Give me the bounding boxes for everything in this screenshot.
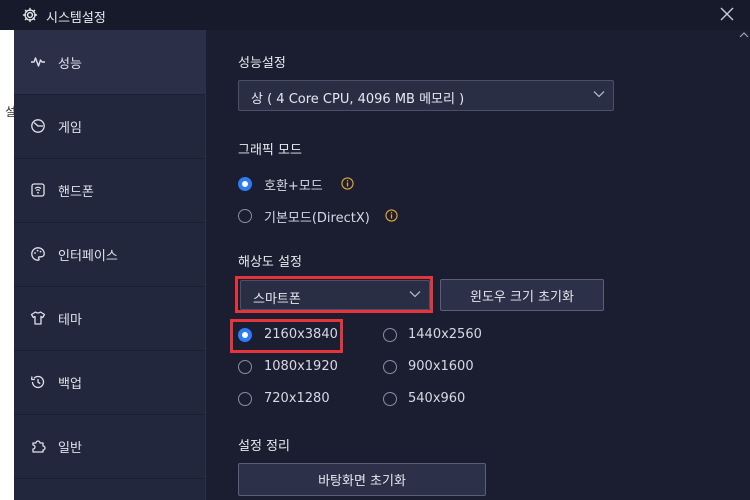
resolution-section-title: 해상도 설정 — [238, 255, 302, 270]
sidebar-item-label: 핸드폰 — [58, 184, 94, 200]
shirt-icon — [30, 311, 46, 325]
performance-section-title: 성능설정 — [238, 56, 286, 71]
resolution-1440x2560-label: 1440x2560 — [408, 327, 482, 342]
device-select-highlight — [235, 276, 433, 313]
background-window-edge: 설 — [0, 30, 16, 500]
graphics-directx-label: 기본모드(DirectX) — [264, 211, 370, 226]
scroll-up-icon[interactable] — [739, 32, 749, 38]
info-icon[interactable] — [385, 209, 398, 222]
resolution-1080x1920-radio[interactable] — [238, 360, 252, 374]
pulse-icon — [31, 57, 45, 67]
reset-desktop-label: 바탕화면 초기화 — [318, 474, 406, 489]
sidebar-item-label: 인터페이스 — [58, 248, 118, 264]
sidebar-item-theme[interactable]: 테마 — [14, 286, 205, 351]
resolution-540x960-radio[interactable] — [383, 392, 397, 406]
puzzle-icon — [32, 440, 46, 453]
cleanup-section-title: 설정 정리 — [238, 439, 290, 454]
graphics-directx-radio[interactable] — [238, 209, 252, 223]
resolution-highlight — [230, 319, 343, 353]
graphics-compat-label: 호환+모드 — [264, 179, 323, 194]
sidebar: 성능 게임 핸드폰 인터페이스 테마 백업 일반 — [14, 30, 206, 500]
settings-panel: 성능설정 상 ( 4 Core CPU, 4096 MB 메모리 ) 그래픽 모… — [206, 30, 736, 500]
resolution-1080x1920-label: 1080x1920 — [264, 359, 338, 374]
palette-icon — [31, 247, 45, 261]
backup-icon — [31, 375, 45, 389]
performance-select[interactable]: 상 ( 4 Core CPU, 4096 MB 메모리 ) — [238, 80, 614, 111]
phone-icon — [31, 183, 45, 197]
title-bar: 시스템설정 — [0, 0, 750, 30]
reset-window-size-button[interactable]: 윈도우 크기 초기화 — [440, 279, 604, 311]
resolution-540x960-label: 540x960 — [408, 391, 466, 406]
resolution-1440x2560-radio[interactable] — [383, 328, 397, 342]
sidebar-item-label: 성능 — [58, 56, 82, 72]
graphics-section-title: 그래픽 모드 — [238, 143, 302, 158]
sidebar-item-label: 일반 — [58, 440, 82, 456]
info-icon[interactable] — [341, 177, 354, 190]
sidebar-item-interface[interactable]: 인터페이스 — [14, 222, 205, 287]
sidebar-item-label: 테마 — [58, 312, 82, 328]
sidebar-item-performance[interactable]: 성능 — [14, 30, 205, 95]
sidebar-item-general[interactable]: 일반 — [14, 414, 205, 479]
close-icon[interactable] — [720, 7, 734, 21]
sidebar-item-label: 게임 — [58, 120, 82, 136]
sidebar-item-game[interactable]: 게임 — [14, 94, 205, 159]
performance-select-value: 상 ( 4 Core CPU, 4096 MB 메모리 ) — [251, 92, 465, 107]
sidebar-item-backup[interactable]: 백업 — [14, 350, 205, 415]
chevron-down-icon — [593, 91, 605, 98]
sidebar-item-label: 백업 — [58, 376, 82, 392]
resolution-900x1600-radio[interactable] — [383, 360, 397, 374]
graphics-compat-radio[interactable] — [238, 177, 252, 191]
sidebar-item-phone[interactable]: 핸드폰 — [14, 158, 205, 223]
reset-desktop-button[interactable]: 바탕화면 초기화 — [238, 463, 486, 496]
gauge-icon — [31, 119, 45, 133]
gear-icon — [22, 7, 38, 23]
window-title: 시스템설정 — [46, 11, 106, 26]
scrollbar[interactable] — [738, 30, 750, 500]
resolution-720x1280-label: 720x1280 — [264, 391, 330, 406]
resolution-900x1600-label: 900x1600 — [408, 359, 474, 374]
resolution-720x1280-radio[interactable] — [238, 392, 252, 406]
reset-window-size-label: 윈도우 크기 초기화 — [470, 289, 574, 305]
